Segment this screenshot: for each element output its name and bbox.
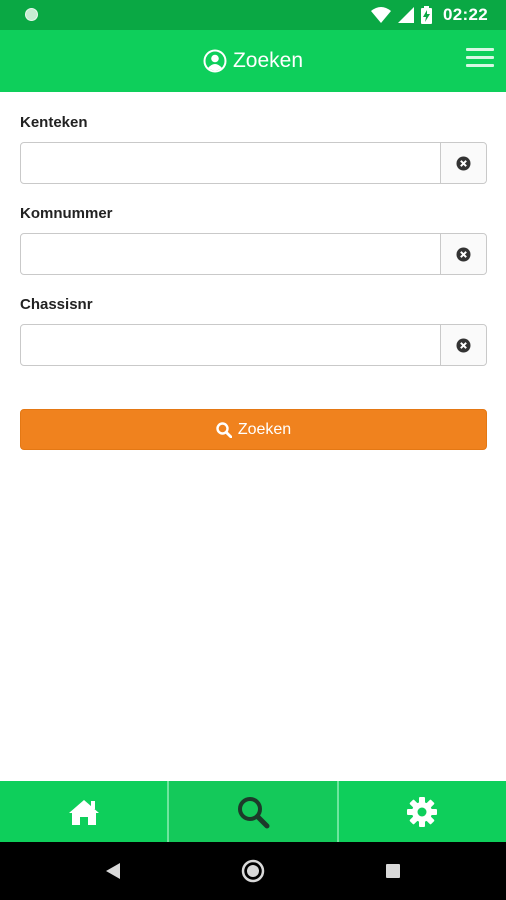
hamburger-menu-icon[interactable] — [466, 48, 494, 72]
clear-x-icon — [456, 247, 471, 261]
home-icon — [68, 799, 99, 825]
page-title: Zoeken — [232, 49, 304, 72]
home-system-button[interactable] — [241, 842, 265, 900]
nav-home[interactable] — [0, 781, 167, 842]
komnummer-clear-button[interactable] — [440, 234, 486, 274]
kenteken-label: Kenteken — [20, 114, 88, 131]
status-bar: 02:22 — [0, 0, 506, 30]
chassisnr-field-group — [20, 324, 487, 366]
wifi-icon — [371, 7, 392, 23]
back-button[interactable] — [104, 842, 122, 900]
chassisnr-clear-button[interactable] — [440, 325, 486, 365]
bottom-nav — [0, 781, 506, 842]
app-bar: Zoeken — [0, 30, 506, 92]
search-button-label: Zoeken — [237, 420, 292, 438]
kenteken-input[interactable] — [21, 143, 440, 183]
kenteken-clear-button[interactable] — [440, 143, 486, 183]
notification-dot-icon — [25, 8, 38, 21]
back-icon — [106, 863, 120, 879]
komnummer-input[interactable] — [21, 234, 440, 274]
home-circle-icon — [241, 859, 265, 883]
search-button[interactable]: Zoeken — [20, 409, 487, 450]
system-nav-bar — [0, 842, 506, 900]
clear-x-icon — [456, 156, 471, 170]
recents-icon — [386, 864, 400, 878]
search-icon — [216, 421, 232, 438]
search-icon — [237, 796, 270, 828]
recents-button[interactable] — [385, 842, 401, 900]
kenteken-field-group — [20, 142, 487, 184]
user-circle-icon — [203, 49, 227, 73]
status-time: 02:22 — [443, 5, 488, 24]
battery-charging-icon — [421, 6, 433, 24]
clear-x-icon — [456, 338, 471, 352]
komnummer-label: Komnummer — [20, 205, 113, 222]
nav-search[interactable] — [167, 781, 337, 842]
komnummer-field-group — [20, 233, 487, 275]
nav-settings[interactable] — [336, 781, 506, 842]
signal-icon — [398, 7, 415, 23]
chassisnr-label: Chassisnr — [20, 296, 93, 313]
chassisnr-input[interactable] — [21, 325, 440, 365]
gear-icon — [407, 796, 438, 827]
